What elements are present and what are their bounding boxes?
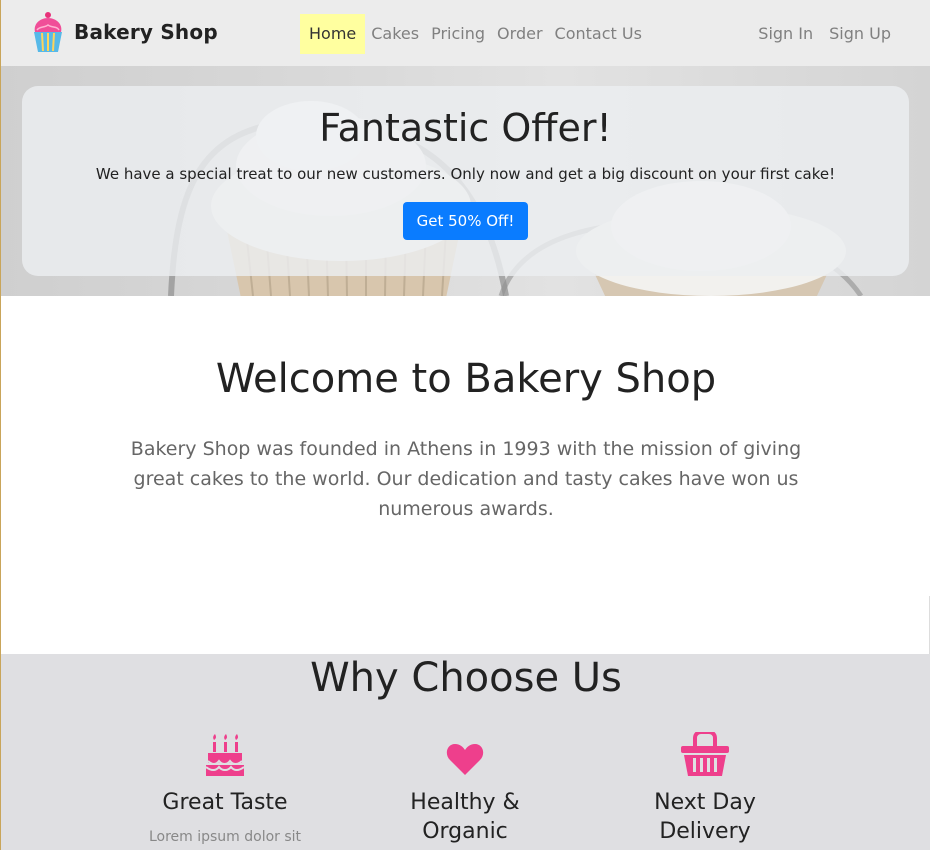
offer-title: Fantastic Offer! [319,106,612,150]
feature-text: Lorem ipsum dolor sit [148,829,302,845]
feature-title: Great Taste [162,790,288,815]
navbar: Bakery Shop Home Cakes Pricing Order Con… [1,0,930,66]
welcome-text: Bakery Shop was founded in Athens in 199… [130,438,802,520]
cupcake-icon [34,12,62,52]
sign-up-link[interactable]: Sign Up [829,14,891,54]
birthday-cake-icon [206,734,244,776]
nav-item-home[interactable]: Home [300,14,366,54]
basket-icon [681,732,729,776]
feature-title: Next Day Delivery [654,790,756,844]
nav-item-cakes[interactable]: Cakes [366,14,424,54]
why-choose-us-section: Why Choose Us Great Taste Lorem ipsum do… [1,654,930,850]
feature-great-taste: Great Taste Lorem ipsum dolor sit [135,730,315,845]
brand-link[interactable]: Bakery Shop [31,10,218,54]
feature-title: Healthy & Organic [410,790,520,844]
nav-item-contact-us[interactable]: Contact Us [550,14,647,54]
feature-healthy-organic: Healthy & Organic [375,730,555,850]
welcome-title: Welcome to Bakery Shop [215,356,717,402]
get-discount-button[interactable]: Get 50% Off! [403,202,528,240]
hero-banner: Fantastic Offer! We have a special treat… [1,66,930,296]
sign-in-link[interactable]: Sign In [758,14,813,54]
feature-next-day-delivery: Next Day Delivery [615,730,795,850]
heart-icon [446,744,484,775]
nav-item-order[interactable]: Order [492,14,547,54]
welcome-section: Welcome to Bakery Shop Bakery Shop was f… [1,296,930,716]
nav-item-pricing[interactable]: Pricing [426,14,490,54]
offer-text: We have a special treat to our new custo… [95,165,836,183]
offer-card: Fantastic Offer! We have a special treat… [22,86,909,276]
auth-links: Sign In Sign Up [742,14,891,54]
main-nav: Home Cakes Pricing Order Contact Us [300,14,649,54]
why-title: Why Choose Us [310,655,622,701]
brand-name: Bakery Shop [74,20,218,44]
